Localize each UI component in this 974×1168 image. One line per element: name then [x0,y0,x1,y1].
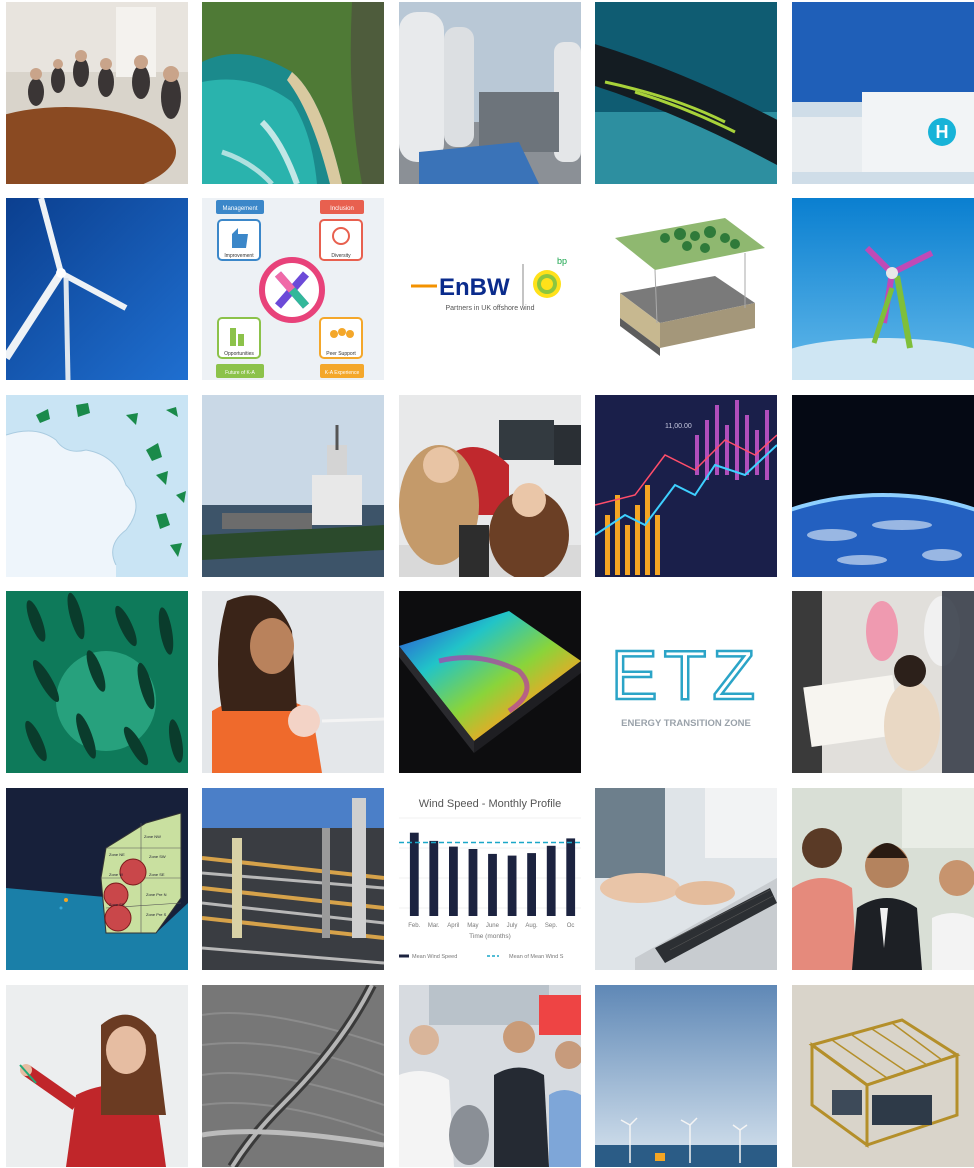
laptop-typing-photo[interactable] [595,788,777,970]
offshore-windfarm-photo[interactable] [595,985,777,1167]
seabed-layers-diagram[interactable] [595,198,777,380]
hydrogen-tanks-photo[interactable] [399,2,581,184]
tick-label: Aug. [525,923,538,929]
workforce-infographic[interactable]: Management Inclusion Improvement Diversi… [202,198,384,380]
legend-mean: Mean Wind Speed [412,954,457,960]
bar-june [488,853,497,916]
seabed-pipeline-render[interactable] [202,985,384,1167]
bar-sep [546,845,556,916]
label-opportunities: Opportunities [224,351,254,357]
subsea-cable-photo[interactable] [595,2,777,184]
tick-label: Sep. [545,923,558,929]
zone-sw: Zone SW [149,854,166,859]
wind-zone-map[interactable]: Zone NW Zone NE Zone W Zone SE Zone SW Z… [6,788,188,970]
bar-oc [566,838,576,916]
scotland-wind-map[interactable] [6,395,188,577]
svg-text:H: H [936,122,949,142]
zone-ne: Zone NE [109,852,125,857]
bp-wordmark: bp [557,256,567,266]
workshop-photo[interactable] [792,591,974,773]
label-inclusion: Inclusion [330,206,354,212]
label-peer-support: Peer Support [326,351,356,357]
hydrogen-containers-photo[interactable]: H [792,2,974,184]
tick-label: Oc [567,923,575,929]
office-colleagues-photo[interactable] [399,395,581,577]
tick-label: Mar. [428,923,440,929]
meeting-room-photo[interactable] [6,2,188,184]
tick-label: Feb. [408,923,420,929]
enbw-bp-caption: Partners in UK offshore wind [446,305,535,312]
bar-aug [527,853,536,916]
bar-feb [409,832,419,916]
legend-mean-of-mean: Mean of Mean Wind S [509,954,564,960]
enbw-bp-logo[interactable]: EnBW bp Partners in UK offshore wind [399,198,581,380]
presenter-woman-photo[interactable] [6,985,188,1167]
terrain-heatmap-render[interactable] [399,591,581,773]
bar-april [449,846,458,916]
label-management: Management [222,206,257,212]
fish-shoal-photo[interactable] [6,591,188,773]
zone-pre-s: Zone Pre S [146,912,167,917]
image-grid: H Management Inclusion Improvement Diver… [0,0,974,1168]
coastline-aerial-photo[interactable] [202,2,384,184]
enbw-wordmark: EnBW [439,274,510,301]
smiling-woman-photo[interactable] [202,591,384,773]
tidal-turbine-render[interactable] [792,198,974,380]
etz-wordmark: ETZ [611,636,761,714]
bar-july [507,855,517,916]
zone-ss: Zone SS [109,902,125,907]
bar-may [468,849,478,916]
earth-from-space-photo[interactable] [792,395,974,577]
zone-se: Zone SE [149,872,165,877]
etz-logo[interactable]: ETZ ENERGY TRANSITION ZONE [595,591,777,773]
etz-caption: ENERGY TRANSITION ZONE [621,718,751,729]
wind-speed-bar-chart: Wind Speed - Monthly Profile Feb. Mar. Apr… [399,788,581,970]
bar-mar [429,840,439,916]
label-diversity: Diversity [331,253,351,259]
label-improvement: Improvement [224,253,254,259]
men-listening-photo[interactable] [792,788,974,970]
wind-speed-chart[interactable]: Wind Speed - Monthly Profile Feb. Mar. Apr… [399,788,581,970]
tick-label: July [507,923,518,929]
conference-networking-photo[interactable] [399,985,581,1167]
subsea-frame-render[interactable] [792,985,974,1167]
wind-turbine-sky-photo[interactable] [6,198,188,380]
tick-label: April [447,923,459,929]
zone-w: Zone W [109,872,123,877]
tick-label: May [467,923,478,929]
refinery-pipes-photo[interactable] [202,788,384,970]
offshore-vessel-photo[interactable] [202,395,384,577]
tick-label: June [486,923,500,929]
financial-chart-photo[interactable]: 11,00.00 [595,395,777,577]
chart-value-label: 11,00.00 [665,423,692,430]
chart-xlabel: Time (months) [469,933,511,940]
zone-pre-n: Zone Pre N [146,892,167,897]
label-k-a: K-A Experience [325,370,360,376]
label-future: Future of K-A [225,370,255,376]
chart-title: Wind Speed - Monthly Profile [419,798,561,810]
zone-nw: Zone NW [144,834,161,839]
